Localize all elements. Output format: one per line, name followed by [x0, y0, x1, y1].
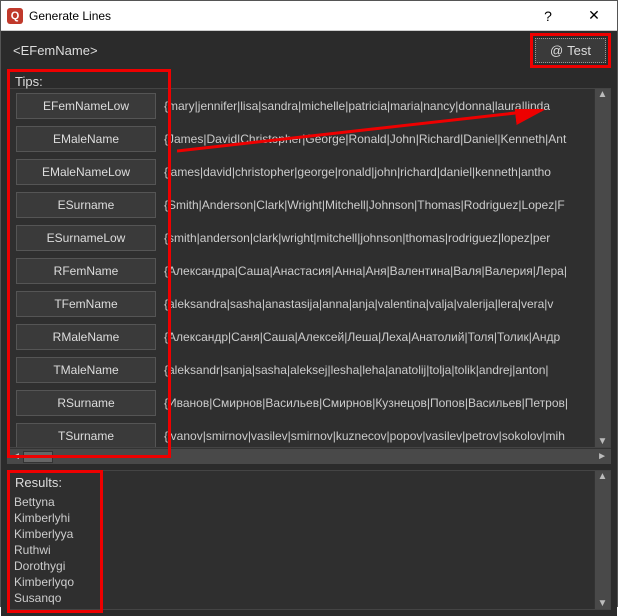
- scroll-up-icon[interactable]: ▲: [598, 89, 608, 100]
- tip-row: ESurname {Smith|Anderson|Clark|Wright|Mit…: [8, 188, 610, 221]
- tips-vertical-scrollbar[interactable]: ▲ ▼: [594, 89, 610, 447]
- tip-value: {Иванов|Смирнов|Васильев|Смирнов|Кузнецо…: [164, 396, 610, 410]
- results-label: Results:: [13, 475, 97, 490]
- test-button[interactable]: @ Test: [535, 38, 606, 63]
- tip-button-efemnamelow[interactable]: EFemNameLow: [16, 93, 156, 119]
- app-icon: Q: [7, 8, 23, 24]
- tips-label: Tips:: [13, 74, 165, 89]
- pattern-input[interactable]: <EFemName>: [7, 39, 524, 62]
- tip-button-emalename[interactable]: EMaleName: [16, 126, 156, 152]
- tip-row: EFemNameLow {mary|jennifer|lisa|sandra|mi…: [8, 89, 610, 122]
- results-vertical-scrollbar[interactable]: ▲ ▼: [594, 471, 610, 609]
- help-button[interactable]: ?: [525, 1, 571, 31]
- tip-button-rmalename[interactable]: RMaleName: [16, 324, 156, 350]
- tip-value: {mary|jennifer|lisa|sandra|michelle|patr…: [164, 99, 610, 113]
- tip-row: TMaleName {aleksandr|sanja|sasha|aleksej|…: [8, 353, 610, 386]
- tip-value: {ivanov|smirnov|vasilev|smirnov|kuznecov…: [164, 429, 610, 443]
- tip-button-emalenamelow[interactable]: EMaleNameLow: [16, 159, 156, 185]
- scroll-right-icon[interactable]: ►: [593, 451, 611, 462]
- results-highlight-frame: Results:: [7, 470, 103, 613]
- scroll-down-icon[interactable]: ▼: [598, 436, 608, 447]
- tip-row: TSurname {ivanov|smirnov|vasilev|smirnov|…: [8, 419, 610, 447]
- tip-button-tmalename[interactable]: TMaleName: [16, 357, 156, 383]
- tip-value: {aleksandra|sasha|anastasija|anna|anja|v…: [164, 297, 610, 311]
- scroll-down-icon[interactable]: ▼: [598, 598, 608, 609]
- tip-row: EMaleName {James|David|Christopher|George…: [8, 122, 610, 155]
- tip-value: {james|david|christopher|george|ronald|j…: [164, 165, 610, 179]
- tip-button-tsurname[interactable]: TSurname: [16, 423, 156, 448]
- tip-button-esurnamelow[interactable]: ESurnameLow: [16, 225, 156, 251]
- close-button[interactable]: ✕: [571, 1, 617, 31]
- tip-row: ESurnameLow {smith|anderson|clark|wright|…: [8, 221, 610, 254]
- tip-value: {James|David|Christopher|George|Ronald|J…: [164, 132, 610, 146]
- window: Q Generate Lines ? ✕ <EFemName> @ Test: [0, 0, 618, 607]
- tip-row: RMaleName {Александр|Саня|Саша|Алексей|Ле…: [8, 320, 610, 353]
- tip-row: RFemName {Александра|Саша|Анастасия|Анна|…: [8, 254, 610, 287]
- tip-row: EMaleNameLow {james|david|christopher|geo…: [8, 155, 610, 188]
- top-row: <EFemName> @ Test: [7, 35, 611, 65]
- tip-button-esurname[interactable]: ESurname: [16, 192, 156, 218]
- tips-list: EFemNameLow {mary|jennifer|lisa|sandra|mi…: [7, 88, 611, 448]
- tip-button-rfemname[interactable]: RFemName: [16, 258, 156, 284]
- client-area: <EFemName> @ Test Tips:: [1, 31, 617, 616]
- results-area: Results: . BettynaKimberlyhiKimberlyyaRu…: [7, 464, 611, 610]
- tip-value: {Александра|Саша|Анастасия|Анна|Аня|Вале…: [164, 264, 610, 278]
- test-button-highlight: @ Test: [530, 33, 611, 68]
- window-title: Generate Lines: [29, 9, 525, 23]
- content-area: Tips: . EFemNameLow{mary|jennifer|lisa|s…: [7, 69, 611, 464]
- tip-button-tfemname[interactable]: TFemName: [16, 291, 156, 317]
- scroll-up-icon[interactable]: ▲: [598, 471, 608, 482]
- tip-row: RSurname {Иванов|Смирнов|Васильев|Смирнов…: [8, 386, 610, 419]
- tip-value: {Александр|Саня|Саша|Алексей|Леша|Леха|А…: [164, 330, 610, 344]
- at-icon: @: [550, 43, 563, 58]
- tip-value: {aleksandr|sanja|sasha|aleksej|lesha|leh…: [164, 363, 610, 377]
- tip-value: {smith|anderson|clark|wright|mitchell|jo…: [164, 231, 610, 245]
- titlebar: Q Generate Lines ? ✕: [1, 1, 617, 31]
- test-button-label: Test: [567, 43, 591, 58]
- tip-button-rsurname[interactable]: RSurname: [16, 390, 156, 416]
- tip-value: {Smith|Anderson|Clark|Wright|Mitchell|Jo…: [164, 198, 610, 212]
- tip-row: TFemName {aleksandra|sasha|anastasija|ann…: [8, 287, 610, 320]
